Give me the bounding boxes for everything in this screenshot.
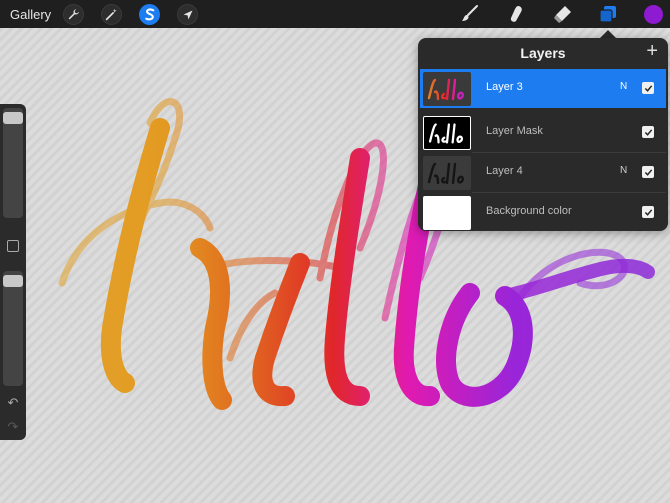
brush-size-thumb[interactable]	[3, 112, 23, 124]
gallery-button[interactable]: Gallery	[10, 7, 51, 22]
layer-thumbnail	[423, 156, 471, 190]
transform-arrow-icon	[183, 10, 192, 19]
checkmark-icon	[644, 84, 652, 92]
modify-button[interactable]	[7, 240, 19, 252]
layer-visibility-checkbox[interactable]	[642, 82, 654, 94]
brush-size-slider[interactable]	[3, 108, 23, 218]
layer-visibility-checkbox[interactable]	[642, 166, 654, 178]
checkmark-icon	[644, 128, 652, 136]
layer-row[interactable]: Layer 3 N	[420, 69, 666, 108]
layers-tool-button[interactable]	[596, 3, 620, 25]
wrench-icon	[68, 9, 79, 20]
brush-tool-button[interactable]	[458, 3, 482, 25]
layer-visibility-checkbox[interactable]	[642, 126, 654, 138]
layer-visibility-checkbox[interactable]	[642, 206, 654, 218]
left-sidebar: ↶ ↷	[0, 104, 26, 440]
layer-name: Layer Mask	[486, 125, 543, 137]
selection-button[interactable]	[139, 4, 160, 25]
transform-button[interactable]	[177, 4, 198, 25]
actions-button[interactable]	[63, 4, 84, 25]
layer-name: Layer 4	[486, 165, 523, 177]
redo-button[interactable]: ↷	[5, 420, 21, 434]
checkmark-icon	[644, 208, 652, 216]
layer-row[interactable]: Background color	[420, 193, 666, 231]
undo-button[interactable]: ↶	[5, 396, 21, 410]
checkmark-icon	[644, 168, 652, 176]
magic-wand-icon	[105, 8, 117, 21]
layer-row[interactable]: Layer 4 N	[420, 153, 666, 192]
layer-thumbnail	[423, 72, 471, 106]
layer-name: Background color	[486, 205, 572, 217]
smudge-tool-button[interactable]	[504, 3, 528, 25]
eraser-icon	[554, 6, 571, 23]
redo-icon: ↷	[7, 419, 19, 434]
undo-icon: ↶	[7, 395, 19, 410]
layers-panel: Layers + Layer 3 N Layer Mask Layer 4 N …	[418, 38, 668, 231]
layers-icon	[599, 6, 616, 23]
layers-panel-pointer	[600, 30, 616, 38]
layer-row[interactable]: Layer Mask	[420, 113, 666, 152]
layer-thumbnail	[423, 116, 471, 150]
layer-name: Layer 3	[486, 81, 523, 93]
plus-icon: +	[646, 40, 658, 62]
smudge-icon	[510, 6, 522, 22]
adjustments-button[interactable]	[101, 4, 122, 25]
brush-icon	[462, 5, 478, 21]
color-picker-button[interactable]	[644, 5, 663, 24]
blend-mode-button[interactable]: N	[620, 81, 627, 92]
layer-thumbnail	[423, 196, 471, 230]
layers-panel-header: Layers +	[418, 38, 668, 66]
add-layer-button[interactable]: +	[646, 41, 658, 61]
opacity-slider[interactable]	[3, 271, 23, 386]
selection-icon	[144, 8, 154, 21]
layers-panel-title: Layers	[520, 45, 566, 61]
top-toolbar: Gallery	[0, 0, 670, 28]
opacity-thumb[interactable]	[3, 275, 23, 287]
blend-mode-button[interactable]: N	[620, 165, 627, 176]
eraser-tool-button[interactable]	[551, 3, 575, 25]
